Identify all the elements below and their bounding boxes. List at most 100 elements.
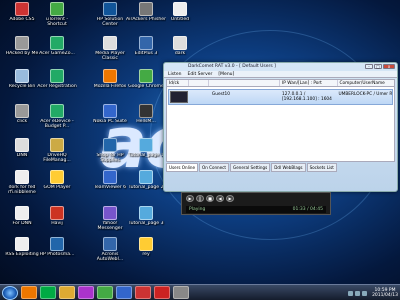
desktop-icon[interactable]: HP Photosma... — [37, 237, 77, 269]
desktop-icon[interactable]: RSS Exploiting — [2, 237, 42, 269]
users-list[interactable]: Guest10 127.0.0.1 / [192.168.1.100] : 16… — [166, 87, 395, 162]
pause-icon[interactable]: ‖ — [196, 195, 204, 202]
volume-icon[interactable] — [355, 290, 361, 296]
desktop-icon[interactable]: Acer GameZo... — [37, 36, 77, 68]
desktop-icon[interactable]: dork for fed rfi.nibbleme — [2, 170, 42, 202]
desktop-icon[interactable]: HP Solution Center — [90, 2, 130, 34]
row-ip: 127.0.0.1 / [192.168.1.100] : 1604 — [282, 92, 332, 102]
prev-icon[interactable]: ◀ — [216, 195, 224, 202]
desktop-icon-label: click — [16, 119, 28, 124]
desktop-icon[interactable]: HellsM... — [126, 104, 166, 136]
desktop-icon-label: HP Photosma... — [39, 252, 75, 257]
desktop-icon[interactable]: Yahoo! Messenger — [90, 206, 130, 238]
window-titlebar[interactable]: DarkComet RAT v3.0 - [ Default Users ] -… — [164, 63, 397, 71]
app-icon — [15, 104, 29, 118]
desktop-icon-label: Recycle Bin — [8, 84, 36, 89]
column-user[interactable]: Computer/UserName — [338, 80, 394, 86]
desktop-icon-label: Acer GameZo... — [39, 51, 75, 56]
desktop-icon-label: Shop for HP Supplies — [96, 153, 124, 163]
desktop-icon[interactable]: For DNN — [2, 206, 42, 238]
darkcomet-window[interactable]: DarkComet RAT v3.0 - [ Default Users ] -… — [163, 62, 398, 192]
desktop-icon[interactable]: DNN — [2, 138, 42, 170]
desktop-icon[interactable]: HAcked by Me — [2, 36, 42, 68]
desktop-icon[interactable]: Acronis AutoWebI... — [90, 237, 130, 269]
player-time: 01:33 / 04:45 — [292, 207, 323, 212]
desktop-icon-label: RSS Exploiting — [5, 252, 39, 257]
column-ip[interactable]: IP Wan/[Lan] : Port — [280, 80, 338, 86]
paint-icon[interactable] — [135, 286, 151, 299]
opera-icon[interactable] — [154, 286, 170, 299]
desktop-icon[interactable]: Tutorial_page 3 — [126, 206, 166, 238]
next-icon[interactable]: ▶ — [226, 195, 234, 202]
desktop-icon[interactable]: Shop for HP Supplies — [90, 138, 130, 170]
tab-general-settings[interactable]: General Settings — [230, 163, 271, 172]
menu-item-listen[interactable]: Listen — [168, 72, 182, 77]
explorer-icon[interactable] — [59, 286, 75, 299]
window-title: DarkComet RAT v3.0 - [ Default Users ] — [188, 64, 276, 69]
table-row[interactable]: Guest10 127.0.0.1 / [192.168.1.100] : 16… — [168, 89, 393, 105]
app-icon — [50, 206, 64, 220]
column-3[interactable] — [209, 80, 281, 86]
network-icon[interactable] — [348, 290, 354, 296]
desktop-icon[interactable]: DriveHQ FileManag... — [37, 138, 77, 170]
desktop-icon-label: DNN — [16, 153, 28, 158]
menu-item-menu[interactable]: [Menu] — [218, 72, 234, 77]
chrome-icon[interactable] — [97, 286, 113, 299]
tab-on-connect[interactable]: On Connect — [198, 163, 230, 172]
menu-item-edit-server[interactable]: Edit Server — [188, 72, 213, 77]
row-thumbnail — [169, 90, 190, 104]
tab-ddl-webblags[interactable]: Ddl WebBlags — [271, 163, 306, 172]
desktop-icon[interactable]: Mozilla Firefox — [90, 69, 130, 101]
desktop-icon[interactable]: Acer Registration — [37, 69, 77, 101]
app-icon — [139, 69, 153, 83]
media-player[interactable]: ▶ ‖ ■ ◀ ▶ Playing 01:33 / 04:45 — [181, 192, 331, 215]
media-icon[interactable] — [78, 286, 94, 299]
column-2[interactable] — [189, 80, 209, 86]
close-button[interactable]: x — [383, 64, 395, 69]
stop-icon[interactable]: ■ — [206, 195, 214, 202]
list-header: Id/ck IP Wan/[Lan] : Port Computer/UserN… — [166, 79, 395, 87]
app-icon — [15, 138, 29, 152]
desktop-icon-label: Acer Registration — [37, 84, 77, 89]
desktop-icon[interactable]: GOM Player — [37, 170, 77, 202]
minimize-button[interactable]: - — [365, 64, 373, 69]
desktop-icon[interactable]: Untitled — [160, 2, 200, 34]
desktop-icon[interactable]: Media Player Classic — [90, 36, 130, 68]
row-user: UMBERLOCK-PC / Umer Rock — [338, 92, 392, 97]
desktop-icon[interactable]: Tutorial_page 2 — [126, 170, 166, 202]
word-icon[interactable] — [116, 286, 132, 299]
desktop-icon-label: Havij — [51, 221, 63, 226]
desktop-icon[interactable]: Nokia PC Suite — [90, 104, 130, 136]
dreamweaver-icon[interactable] — [40, 286, 56, 299]
desktop-icon[interactable]: TeamViewer 6 — [90, 170, 130, 202]
desktop-icon[interactable]: uTorrent - Shortcut — [37, 2, 77, 34]
column-id[interactable]: Id/ck — [167, 80, 189, 86]
clock[interactable]: 10:59 PM 2011/04/13 — [372, 288, 398, 298]
firefox-icon[interactable] — [21, 286, 37, 299]
taskbar-items — [18, 286, 189, 299]
app-icon — [103, 104, 117, 118]
battery-icon[interactable] — [362, 290, 368, 296]
desktop-icon[interactable]: Havij — [37, 206, 77, 238]
desktop-icon[interactable]: Adobe CS5 — [2, 2, 42, 34]
app-icon — [15, 36, 29, 50]
app-icon — [139, 2, 153, 16]
desktop-icon-label: uTorrent - Shortcut — [46, 17, 68, 27]
desktop-icon[interactable]: Tutorial_page 1 — [126, 138, 166, 170]
play-icon[interactable]: ▶ — [186, 195, 194, 202]
desktop-icon-label: rey — [142, 252, 150, 257]
tab-users-online[interactable]: Users Online — [166, 163, 198, 172]
desktop-icon-label: HAcked by Me — [5, 51, 39, 56]
desktop-icon[interactable]: click — [2, 104, 42, 136]
desktop-icon-label: Mozilla Firefox — [93, 84, 127, 89]
app-icon — [15, 206, 29, 220]
desktop-icon[interactable]: Recycle Bin — [2, 69, 42, 101]
window-controls: - □ x — [365, 64, 395, 69]
maximize-button[interactable]: □ — [374, 64, 382, 69]
start-button[interactable] — [2, 285, 18, 300]
app-icon[interactable] — [173, 286, 189, 299]
desktop-icon[interactable]: Acer eDevice - Budget P... — [37, 104, 77, 136]
tab-sockets-list[interactable]: Sockets List — [306, 163, 337, 172]
taskbar: 10:59 PM 2011/04/13 — [0, 284, 400, 300]
desktop-icon[interactable]: rey — [126, 237, 166, 269]
